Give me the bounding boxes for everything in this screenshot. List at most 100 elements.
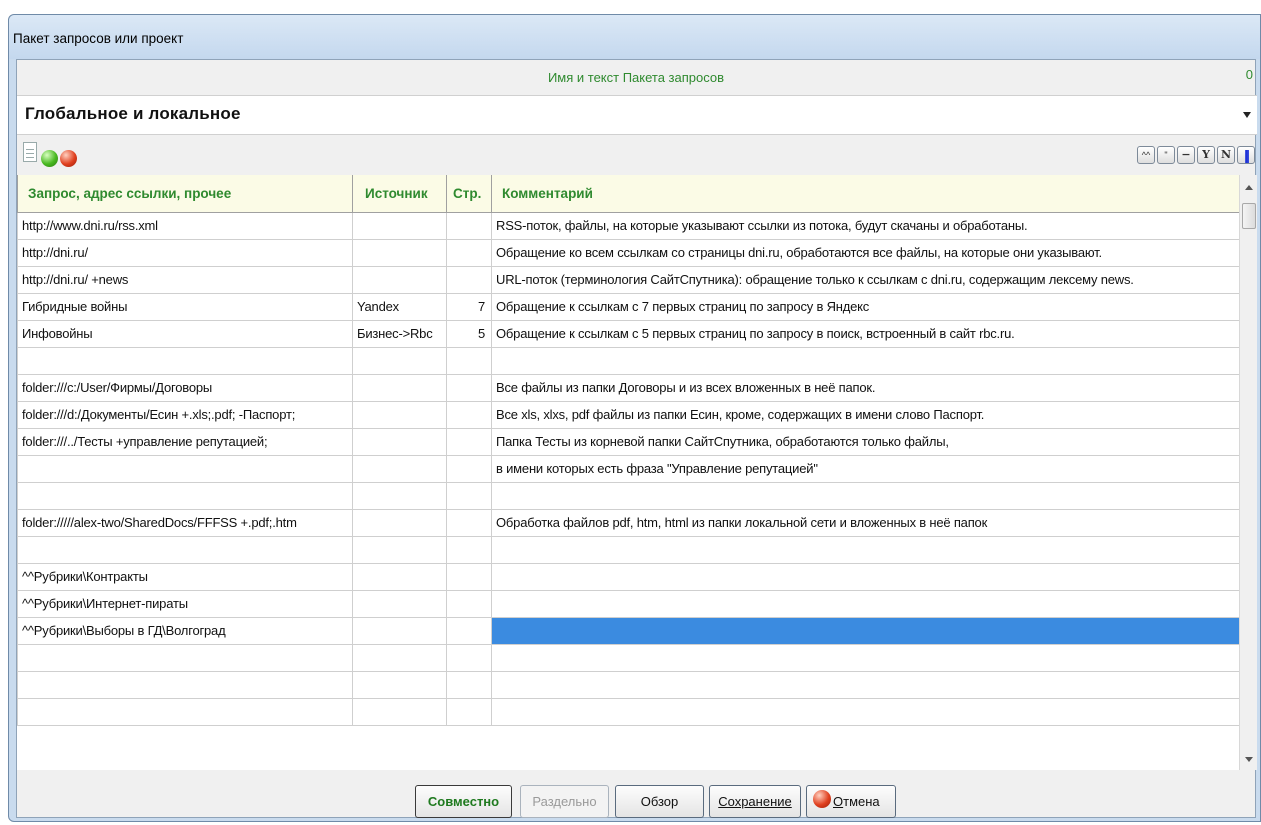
query-cell[interactable]: ^^Рубрики\Контракты [17, 562, 353, 591]
together-button[interactable]: Совместно [415, 785, 512, 818]
page-cell[interactable] [446, 616, 492, 645]
page-cell[interactable] [446, 589, 492, 618]
page-cell[interactable] [446, 643, 492, 672]
query-cell[interactable]: Инфовойны [17, 319, 353, 348]
comment-cell[interactable] [491, 535, 1240, 564]
query-cell[interactable]: folder:///../Тесты +управление репутацие… [17, 427, 353, 456]
comment-cell[interactable]: Обращение к ссылкам с 7 первых страниц п… [491, 292, 1240, 321]
comment-cell[interactable] [491, 670, 1240, 699]
column-header-page[interactable]: Стр. [446, 175, 492, 213]
query-cell[interactable] [17, 454, 353, 483]
source-cell[interactable] [352, 454, 447, 483]
source-cell[interactable] [352, 589, 447, 618]
comment-cell[interactable]: URL-поток (терминология СайтСпутника): о… [491, 265, 1240, 294]
table-row[interactable] [17, 535, 1240, 564]
page-cell[interactable] [446, 238, 492, 267]
caret-caret-button[interactable]: ^^ [1137, 146, 1155, 164]
comment-cell[interactable] [491, 346, 1240, 375]
source-cell[interactable] [352, 427, 447, 456]
table-row[interactable] [17, 481, 1240, 510]
page-cell[interactable] [446, 670, 492, 699]
scroll-up-icon[interactable] [1245, 185, 1253, 190]
page-cell[interactable] [446, 481, 492, 510]
source-cell[interactable]: Yandex [352, 292, 447, 321]
table-row[interactable]: ^^Рубрики\Контракты [17, 562, 1240, 591]
query-cell[interactable]: folder:///d:/Документы/Есин +.xls;.pdf; … [17, 400, 353, 429]
query-cell[interactable]: ^^Рубрики\Выборы в ГД\Волгоград [17, 616, 353, 645]
query-cell[interactable] [17, 697, 353, 726]
quote-button[interactable]: " [1157, 146, 1175, 164]
comment-cell[interactable] [491, 643, 1240, 672]
comment-cell[interactable] [491, 562, 1240, 591]
page-cell[interactable]: 5 [446, 319, 492, 348]
table-row[interactable] [17, 670, 1240, 699]
source-cell[interactable] [352, 481, 447, 510]
package-name-combobox[interactable]: Глобальное и локальное [17, 95, 1257, 135]
chevron-down-icon[interactable] [1243, 112, 1251, 118]
table-row[interactable] [17, 643, 1240, 672]
n-button[interactable]: N [1217, 146, 1235, 164]
source-cell[interactable] [352, 562, 447, 591]
source-cell[interactable] [352, 508, 447, 537]
scroll-down-icon[interactable] [1245, 757, 1253, 762]
page-cell[interactable] [446, 562, 492, 591]
query-cell[interactable] [17, 346, 353, 375]
source-cell[interactable] [352, 535, 447, 564]
page-cell[interactable] [446, 454, 492, 483]
browse-button[interactable]: Обзор [615, 785, 704, 818]
red-ball-icon[interactable] [60, 150, 77, 167]
page-cell[interactable] [446, 535, 492, 564]
vertical-scrollbar[interactable] [1239, 175, 1257, 770]
query-cell[interactable]: Гибридные войны [17, 292, 353, 321]
query-cell[interactable] [17, 481, 353, 510]
comment-cell[interactable]: Все файлы из папки Договоры и из всех вл… [491, 373, 1240, 402]
table-row[interactable] [17, 697, 1240, 726]
comment-cell[interactable]: Папка Тесты из корневой папки СайтСпутни… [491, 427, 1240, 456]
title-bar[interactable]: Пакет запросов или проект [9, 15, 1260, 59]
table-row[interactable]: ^^Рубрики\Интернет-пираты [17, 589, 1240, 618]
source-cell[interactable] [352, 265, 447, 294]
page-cell[interactable]: 7 [446, 292, 492, 321]
table-row[interactable]: folder:///c:/User/Фирмы/Договоры Все файл… [17, 373, 1240, 402]
comment-cell[interactable]: Обработка файлов pdf, htm, html из папки… [491, 508, 1240, 537]
query-cell[interactable]: ^^Рубрики\Интернет-пираты [17, 589, 353, 618]
query-cell[interactable] [17, 643, 353, 672]
separately-button[interactable]: Раздельно [520, 785, 609, 818]
y-button[interactable]: Y [1197, 146, 1215, 164]
source-cell[interactable] [352, 697, 447, 726]
save-button[interactable]: Сохранение [709, 785, 801, 818]
comment-cell[interactable]: Обращение к ссылкам с 5 первых страниц п… [491, 319, 1240, 348]
source-cell[interactable] [352, 400, 447, 429]
query-cell[interactable]: http://www.dni.ru/rss.xml [17, 211, 353, 240]
page-cell[interactable] [446, 427, 492, 456]
query-cell[interactable] [17, 670, 353, 699]
comment-cell[interactable]: Обращение ко всем ссылкам со страницы dn… [491, 238, 1240, 267]
table-row[interactable]: folder://///alex-two/SharedDocs/FFFSS +.… [17, 508, 1240, 537]
page-cell[interactable] [446, 697, 492, 726]
query-cell[interactable]: folder://///alex-two/SharedDocs/FFFSS +.… [17, 508, 353, 537]
source-cell[interactable] [352, 211, 447, 240]
page-cell[interactable] [446, 265, 492, 294]
page-cell[interactable] [446, 508, 492, 537]
scroll-thumb[interactable] [1242, 203, 1256, 229]
column-header-query[interactable]: Запрос, адрес ссылки, прочее [17, 175, 353, 213]
document-icon[interactable] [23, 142, 37, 162]
source-cell[interactable]: Бизнес->Rbc [352, 319, 447, 348]
query-cell[interactable]: http://dni.ru/ [17, 238, 353, 267]
column-header-comment[interactable]: Комментарий [491, 175, 1240, 213]
table-row[interactable]: Гибридные войны Yandex 7 Обращение к ссылка… [17, 292, 1240, 321]
table-row[interactable]: http://dni.ru/Обращение ко всем ссылкам … [17, 238, 1240, 267]
source-cell[interactable] [352, 670, 447, 699]
cancel-button[interactable]: Отмена [806, 785, 896, 818]
comment-cell[interactable] [491, 589, 1240, 618]
query-cell[interactable] [17, 535, 353, 564]
table-row[interactable]: folder:///d:/Документы/Есин +.xls;.pdf; … [17, 400, 1240, 429]
page-cell[interactable] [446, 373, 492, 402]
comment-cell[interactable] [491, 616, 1240, 645]
source-cell[interactable] [352, 373, 447, 402]
comment-cell[interactable] [491, 481, 1240, 510]
query-cell[interactable]: folder:///c:/User/Фирмы/Договоры [17, 373, 353, 402]
comment-cell[interactable]: RSS-поток, файлы, на которые указывают с… [491, 211, 1240, 240]
table-row[interactable]: ^^Рубрики\Выборы в ГД\Волгоград [17, 616, 1240, 645]
table-row[interactable] [17, 346, 1240, 375]
